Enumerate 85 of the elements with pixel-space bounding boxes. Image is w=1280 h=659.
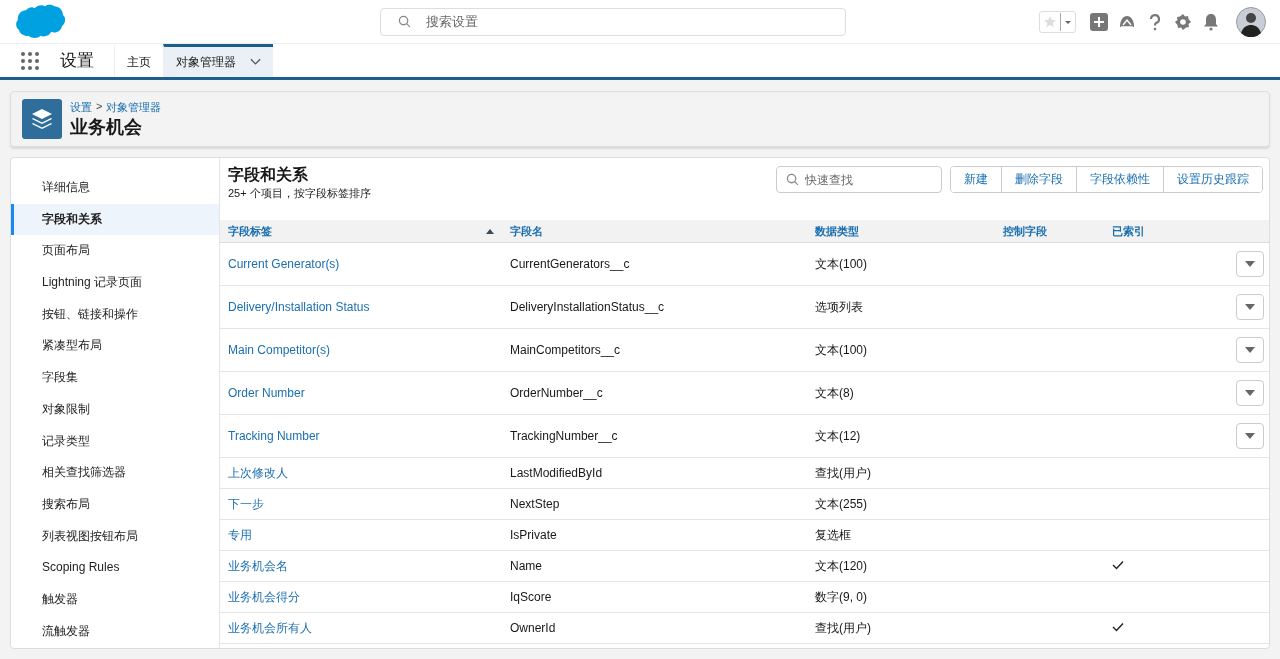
table-cell: 文本(120): [807, 550, 995, 582]
sidebar-item[interactable]: 字段和关系: [11, 203, 219, 236]
action-button[interactable]: 设置历史跟踪: [1163, 167, 1262, 192]
table-cell: 查找(用户): [807, 612, 995, 644]
layers-icon: [22, 99, 62, 139]
table-cell: DeliveryInstallationStatus__c: [502, 285, 807, 329]
column-header[interactable]: 控制字段: [995, 220, 1104, 243]
page-title: 业务机会: [70, 115, 143, 139]
table-cell: 数字(9, 0): [807, 581, 995, 613]
row-menu-button[interactable]: [1236, 380, 1264, 406]
sidebar-item[interactable]: 搜索布局: [11, 488, 219, 521]
table-cell: Name: [502, 550, 807, 582]
table-cell: IqScore: [502, 581, 807, 613]
item-count: 25+ 个项目，按字段标签排序: [228, 186, 372, 201]
settings-icon[interactable]: [1174, 12, 1192, 31]
breadcrumb-separator: >: [96, 99, 103, 114]
field-label-link[interactable]: Tracking Number: [228, 429, 320, 443]
sidebar-item[interactable]: 按钮、链接和操作: [11, 298, 219, 331]
column-header[interactable]: 已索引: [1104, 220, 1194, 243]
sidebar-item[interactable]: Scoping Rules: [11, 552, 219, 584]
table-cell: 复选框: [807, 519, 995, 551]
row-menu-button[interactable]: [1236, 251, 1264, 277]
caret-icon: [1245, 304, 1255, 310]
sidebar-item[interactable]: 对象限制: [11, 393, 219, 426]
sidebar-item[interactable]: 列表视图按钮布局: [11, 520, 219, 553]
table-cell: LastModifiedById: [502, 457, 807, 489]
column-header[interactable]: 数据类型: [807, 220, 995, 243]
table-cell: CurrentGenerators__c: [502, 242, 807, 286]
table-cell: OwnerId: [502, 612, 807, 644]
table-cell: 文本(100): [807, 242, 995, 286]
app-name: 设置: [60, 50, 94, 72]
sidebar-item[interactable]: 触发器: [11, 583, 219, 616]
table-cell: 文本(255): [807, 488, 995, 520]
sidebar-item[interactable]: 流触发器: [11, 615, 219, 648]
breadcrumb-link[interactable]: 设置: [70, 99, 92, 115]
table-cell: IsPrivate: [502, 519, 807, 551]
chevron-down-icon[interactable]: [250, 58, 261, 66]
sidebar-item[interactable]: 字段集: [11, 362, 219, 394]
table-cell: 查找(用户): [807, 457, 995, 489]
caret-icon: [1245, 261, 1255, 267]
table-cell: MainCompetitors__c: [502, 328, 807, 372]
row-menu-button[interactable]: [1236, 423, 1264, 449]
caret-icon: [1245, 390, 1255, 396]
field-label-link[interactable]: Current Generator(s): [228, 257, 340, 271]
table-cell: 文本(8): [807, 371, 995, 415]
breadcrumb-link[interactable]: 对象管理器: [106, 99, 162, 115]
sidebar-item[interactable]: 相关查找筛选器: [11, 457, 219, 489]
row-menu-button[interactable]: [1236, 337, 1264, 363]
caret-icon: [1245, 347, 1255, 353]
table-cell: NextStep: [502, 488, 807, 520]
sidebar-item[interactable]: 记录类型: [11, 425, 219, 458]
search-field[interactable]: 搜索设置: [380, 7, 846, 36]
caret-icon: [1245, 433, 1255, 439]
search-icon: [786, 173, 799, 186]
cloud-logo[interactable]: [14, 3, 65, 40]
app-launcher-icon[interactable]: [21, 51, 39, 70]
field-label-link[interactable]: Order Number: [228, 386, 305, 400]
field-label-link[interactable]: 专用: [228, 527, 252, 542]
avatar[interactable]: [1236, 6, 1266, 37]
table-cell: 文本(12): [807, 414, 995, 458]
column-header[interactable]: 字段标签: [220, 220, 502, 243]
sidebar-item[interactable]: 页面布局: [11, 235, 219, 268]
bell-icon[interactable]: [1202, 12, 1220, 31]
section-title: 字段和关系: [228, 165, 309, 185]
field-label-link[interactable]: 下一步: [228, 496, 264, 511]
field-label-link[interactable]: 业务机会所有人: [228, 620, 312, 635]
sidebar-item[interactable]: 紧凑型布局: [11, 330, 219, 363]
quick-find-field[interactable]: 快速查找: [776, 166, 942, 193]
sort-ascending-icon: [486, 228, 494, 234]
sidebar-item[interactable]: 详细信息: [11, 172, 219, 204]
field-label-link[interactable]: 业务机会名: [228, 558, 288, 573]
table-cell: TrackingNumber__c: [502, 414, 807, 458]
field-label-link[interactable]: 上次修改人: [228, 465, 288, 480]
table-cell: 文本(100): [807, 328, 995, 372]
field-label-link[interactable]: 业务机会得分: [228, 589, 300, 604]
field-label-link[interactable]: Main Competitor(s): [228, 343, 331, 357]
search-icon: [398, 14, 411, 28]
column-header[interactable]: 字段名: [502, 220, 807, 243]
sidebar-item[interactable]: Lightning 记录页面: [11, 267, 219, 299]
plus-icon[interactable]: [1090, 12, 1108, 31]
table-cell: 选项列表: [807, 285, 995, 329]
nav-tab[interactable]: 对象管理器: [163, 44, 273, 77]
field-label-link[interactable]: Delivery/Installation Status: [228, 300, 370, 314]
row-menu-button[interactable]: [1236, 294, 1264, 320]
table-cell: OrderNumber__c: [502, 371, 807, 415]
